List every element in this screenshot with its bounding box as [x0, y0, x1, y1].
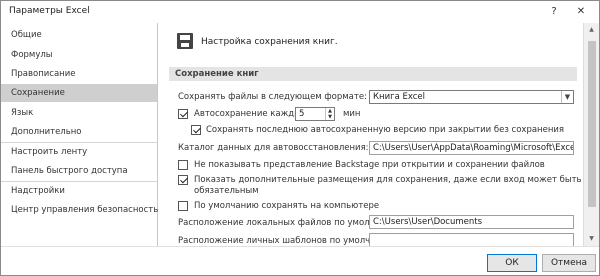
- window-title: Параметры Excel: [9, 6, 90, 16]
- stepper-down-icon[interactable]: ▼: [326, 114, 334, 120]
- local-files-location-value: C:\Users\User\Documents: [373, 217, 483, 227]
- save-to-computer-label: По умолчанию сохранять на компьютере: [194, 201, 380, 211]
- autosave-label: Автосохранение каждые: [194, 109, 307, 119]
- sidebar-item-proofing[interactable]: Правописание: [1, 65, 157, 83]
- save-options-panel: Настройка сохранения книг. Сохранение кн…: [159, 23, 583, 246]
- sidebar-item-trust-center[interactable]: Центр управления безопасностью: [1, 201, 165, 219]
- hide-backstage-checkbox[interactable]: [178, 160, 188, 170]
- sidebar-item-addins[interactable]: Надстройки: [1, 182, 157, 200]
- section-header: Сохранение книг: [169, 67, 577, 81]
- save-format-value: Книга Excel: [373, 92, 426, 102]
- panel-header: Настройка сохранения книг.: [201, 37, 338, 47]
- sidebar-item-formulas[interactable]: Формулы: [1, 46, 157, 64]
- autosave-unit: мин: [343, 109, 361, 119]
- sidebar-item-quick-access-toolbar[interactable]: Панель быстрого доступа: [1, 162, 157, 180]
- options-sidebar: Общие Формулы Правописание Сохранение Яз…: [1, 23, 165, 246]
- local-files-location-input[interactable]: C:\Users\User\Documents: [369, 215, 574, 229]
- save-disk-icon: [177, 33, 193, 49]
- ok-button[interactable]: ОК: [487, 254, 537, 272]
- show-extra-places-label: Показать дополнительные размещения для с…: [194, 175, 582, 185]
- scroll-thumb[interactable]: [588, 41, 596, 207]
- title-bar: Параметры Excel ? ✕: [1, 1, 599, 23]
- save-format-label: Сохранять файлы в следующем формате:: [178, 92, 367, 102]
- local-files-location-label: Расположение локальных файлов по умолчан…: [178, 218, 401, 228]
- autosave-checkbox[interactable]: [178, 109, 188, 119]
- chevron-down-icon[interactable]: ▼: [561, 91, 573, 103]
- sidebar-item-advanced[interactable]: Дополнительно: [1, 123, 157, 141]
- scroll-up-icon[interactable]: ▲: [584, 23, 599, 37]
- autorecover-location-label: Каталог данных для автовосстановления:: [178, 143, 369, 153]
- section-title: Сохранение книг: [175, 69, 259, 79]
- close-button[interactable]: ✕: [569, 3, 593, 21]
- scroll-down-icon[interactable]: ▼: [584, 232, 599, 246]
- templates-location-label: Расположение личных шаблонов по умолчани…: [178, 236, 397, 246]
- excel-options-dialog: Параметры Excel ? ✕ Общие Формулы Правоп…: [0, 0, 600, 276]
- save-to-computer-checkbox[interactable]: [178, 201, 188, 211]
- sidebar-item-save[interactable]: Сохранение: [1, 84, 157, 102]
- autorecover-location-value: C:\Users\User\AppData\Roaming\Microsoft\…: [373, 143, 574, 153]
- sidebar-item-customize-ribbon[interactable]: Настроить ленту: [1, 143, 157, 161]
- save-format-dropdown[interactable]: Книга Excel ▼: [369, 90, 574, 104]
- vertical-scrollbar[interactable]: ▲ ▼: [583, 23, 599, 246]
- templates-location-input[interactable]: [369, 233, 574, 246]
- dialog-footer: ОК Отмена: [1, 246, 599, 275]
- hide-backstage-label: Не показывать представление Backstage пр…: [194, 160, 545, 170]
- autorecover-location-input[interactable]: C:\Users\User\AppData\Roaming\Microsoft\…: [369, 141, 574, 155]
- show-extra-places-label-cont: обязательным: [194, 186, 259, 196]
- keep-last-version-checkbox[interactable]: [191, 125, 201, 135]
- cancel-button[interactable]: Отмена: [542, 254, 596, 272]
- help-button[interactable]: ?: [545, 3, 563, 21]
- sidebar-item-language[interactable]: Язык: [1, 104, 157, 122]
- autosave-minutes-stepper[interactable]: 5 ▲ ▼: [295, 107, 335, 121]
- stepper-buttons: ▲ ▼: [325, 108, 334, 120]
- keep-last-version-label: Сохранять последнюю автосохраненную верс…: [206, 125, 565, 135]
- show-extra-places-checkbox[interactable]: [178, 175, 188, 185]
- sidebar-item-general[interactable]: Общие: [1, 26, 157, 44]
- autosave-minutes-value: 5: [299, 109, 305, 119]
